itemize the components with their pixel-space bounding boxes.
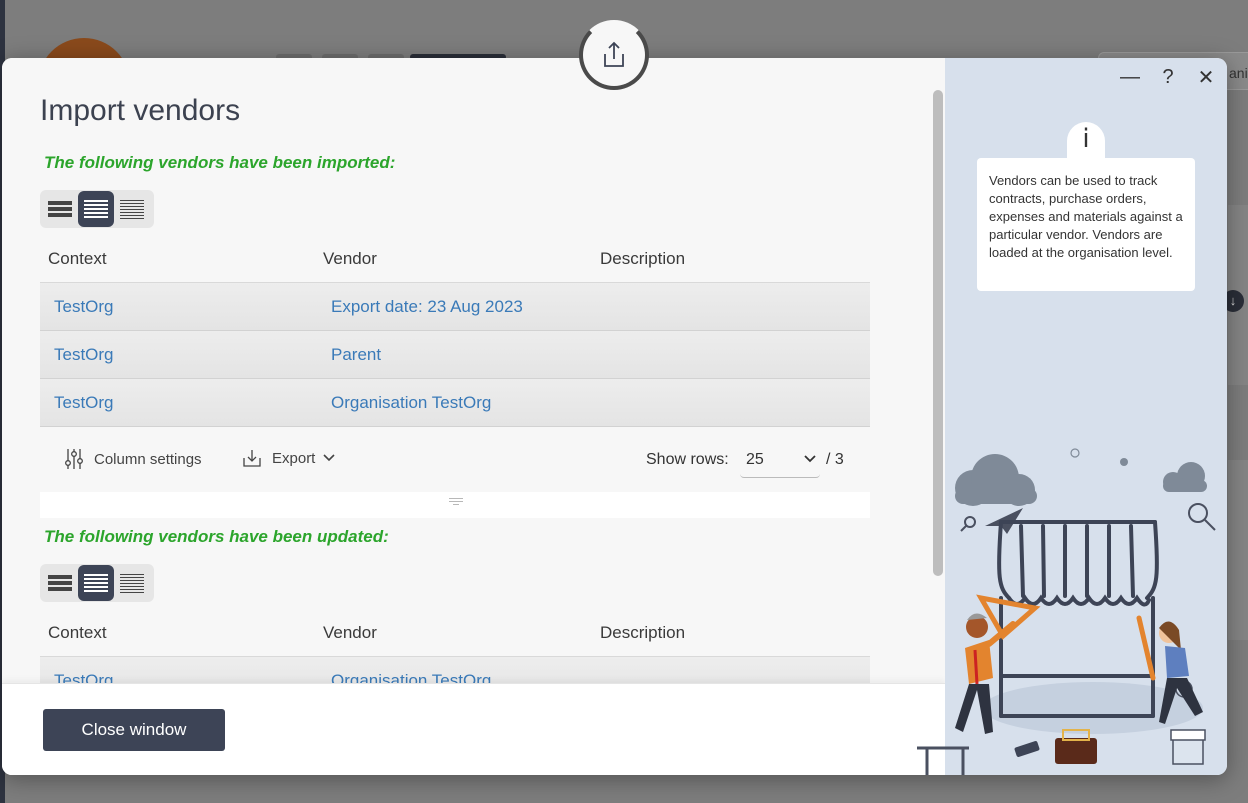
table-header: Context Vendor Description [40,609,870,657]
imported-vendors-table: Context Vendor Description TestOrg Expor… [40,235,870,427]
cell-vendor[interactable]: Organisation TestOrg [317,671,594,684]
table-row[interactable]: TestOrg Parent [40,331,870,379]
density-toggle [40,564,154,602]
density-normal-button[interactable] [78,565,114,601]
export-button[interactable]: Export [242,448,335,468]
density-compact-button[interactable] [42,191,78,227]
cell-context[interactable]: TestOrg [40,297,317,317]
info-card: Vendors can be used to track contracts, … [977,158,1195,291]
density-compact-icon [48,574,72,592]
table-row[interactable]: TestOrg Export date: 23 Aug 2023 [40,283,870,331]
minimize-button[interactable]: — [1117,64,1143,90]
density-dense-button[interactable] [114,191,150,227]
table-row[interactable]: TestOrg Organisation TestOrg [40,657,870,683]
modal-title: Import vendors [40,94,241,127]
column-settings-label: Column settings [94,450,202,468]
density-normal-icon [84,199,108,219]
table-row[interactable]: TestOrg Organisation TestOrg [40,379,870,427]
density-dense-icon [120,199,144,220]
export-label: Export [272,449,316,467]
download-icon [243,450,261,467]
column-header-context[interactable]: Context [40,249,317,269]
imported-heading: The following vendors have been imported… [44,153,396,172]
chevron-down-icon [323,454,335,462]
modal-main: Import vendors The following vendors hav… [2,58,945,775]
upload-icon [604,41,624,67]
modal-footer: Close window [2,683,945,775]
close-window-button[interactable]: Close window [43,709,225,751]
density-toggle [40,190,154,228]
resize-handle[interactable] [40,492,870,518]
column-header-description[interactable]: Description [594,623,685,643]
rows-total: / 3 [826,451,844,468]
modal-scroll-area[interactable]: Import vendors The following vendors hav… [2,58,945,683]
grip-icon [449,496,463,507]
cell-vendor[interactable]: Export date: 23 Aug 2023 [317,297,594,317]
sliders-icon [65,449,83,469]
help-button[interactable]: ? [1155,64,1181,90]
updated-vendors-table: Context Vendor Description TestOrg Organ… [40,609,870,683]
table-footer: Column settings Export Show rows: 25 / 3 [40,428,870,492]
cell-vendor[interactable]: Organisation TestOrg [317,393,594,413]
column-header-context[interactable]: Context [40,623,317,643]
rows-per-page-select[interactable]: 25 [740,442,820,478]
density-normal-icon [84,573,108,593]
density-dense-icon [120,573,144,594]
column-header-vendor[interactable]: Vendor [317,249,594,269]
rows-per-page-value: 25 [746,450,764,468]
cell-context[interactable]: TestOrg [40,393,317,413]
cell-vendor[interactable]: Parent [317,345,594,365]
import-vendors-modal: Import vendors The following vendors hav… [2,58,1227,775]
show-rows-label: Show rows: [646,451,729,468]
storefront-illustration [917,448,1216,775]
column-header-vendor[interactable]: Vendor [317,623,594,643]
column-settings-button[interactable]: Column settings [64,448,202,470]
cell-context[interactable]: TestOrg [40,671,317,684]
info-text: Vendors can be used to track contracts, … [989,173,1183,260]
density-compact-icon [48,200,72,218]
upload-badge [579,20,649,90]
close-icon[interactable]: ✕ [1193,64,1219,90]
cell-context[interactable]: TestOrg [40,345,317,365]
column-header-description[interactable]: Description [594,249,685,269]
updated-heading: The following vendors have been updated: [44,527,389,546]
info-icon: i [1082,124,1090,154]
density-compact-button[interactable] [42,565,78,601]
density-normal-button[interactable] [78,191,114,227]
chevron-down-icon [804,455,816,463]
info-panel: — ? ✕ i Vendors can be used to track con… [917,58,1227,775]
background-band [1228,460,1248,640]
table-header: Context Vendor Description [40,235,870,283]
density-dense-button[interactable] [114,565,150,601]
